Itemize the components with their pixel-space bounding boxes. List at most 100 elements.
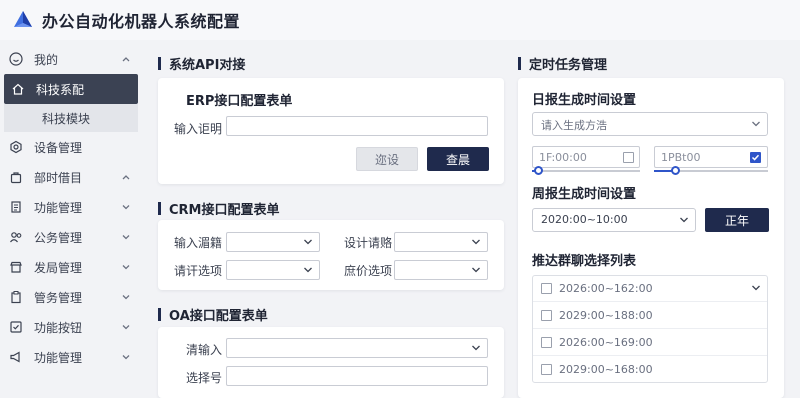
app-title: 办公自动化机器人系统配置: [42, 12, 241, 31]
chevron-down-icon: [472, 267, 480, 273]
sidebar-item-label: 我的: [34, 52, 59, 67]
oa-label-1: 清输入: [186, 343, 223, 357]
erp-field-label: 输入讵明: [174, 122, 223, 136]
daily-time-1-checkbox[interactable]: [623, 152, 634, 163]
section-accent-bar: [518, 57, 521, 70]
sidebar-item-mine[interactable]: 我的: [0, 44, 142, 74]
crm-label-4: 庶价选项: [344, 264, 393, 278]
crm-label-2: 设计请赂: [344, 236, 393, 250]
sidebar-item-label: 设备管理: [34, 140, 83, 155]
weekly-confirm-button[interactable]: 正年: [705, 208, 769, 232]
chevron-down-icon: [122, 295, 130, 300]
group-list-title: 推达群聊选择列表: [532, 254, 637, 269]
sidebar-item-function-buttons[interactable]: 功能按钮: [0, 312, 142, 342]
check-icon: [751, 154, 760, 161]
crm-select-3[interactable]: [226, 260, 320, 280]
chevron-down-icon: [752, 121, 760, 127]
crm-select-2[interactable]: [394, 232, 488, 252]
section-accent-bar: [158, 202, 161, 215]
group-label: 2026:00~169:00: [559, 336, 653, 349]
sidebar-item-label: 发局管理: [34, 260, 83, 275]
sidebar-item-label: 部时借目: [34, 170, 83, 185]
daily-time-2-checkbox[interactable]: [750, 152, 761, 163]
sidebar-item-label: 功能按钮: [34, 320, 83, 335]
sidebar-item-dept[interactable]: 部时借目: [0, 162, 142, 192]
chevron-down-icon[interactable]: [751, 284, 761, 292]
group-checkbox[interactable]: [541, 337, 552, 348]
chevron-down-icon: [122, 235, 130, 240]
sidebar-item-label: 管务管理: [34, 290, 83, 305]
hexagon-gear-icon: [8, 139, 24, 155]
crm-label-3: 请讦选项: [174, 264, 223, 278]
chevron-down-icon: [122, 355, 130, 360]
list-item[interactable]: 2029:00~188:00: [533, 303, 767, 329]
chevron-down-icon: [680, 217, 688, 223]
sidebar-item-label: 功能管理: [34, 350, 83, 365]
erp-secondary-button[interactable]: 迩设: [356, 147, 418, 171]
crm-select-1[interactable]: [226, 232, 320, 252]
daily-time-1[interactable]: 1F:00:00: [532, 146, 640, 168]
group-list: 2026:00~162:00 2029:00~188:00 2026:00~16…: [532, 275, 768, 383]
chevron-down-icon: [122, 325, 130, 330]
chevron-down-icon: [472, 239, 480, 245]
crm-config-card: 输入湄籍 设计请赂 请讦选项 庶价选项: [158, 220, 504, 290]
group-label: 2029:00~188:00: [559, 309, 653, 322]
sidebar-item-function[interactable]: 功能管理: [0, 192, 142, 222]
sidebar-item-label: 科技系配: [36, 82, 85, 97]
daily-slider-1[interactable]: [532, 166, 640, 175]
tasks-card: 日报生成时间设置 请入生成方浩 1F:00:00 1PBt00 周报生成时间设置…: [518, 78, 784, 398]
daily-time-1-value: 1F:00:00: [539, 151, 587, 164]
weekly-time-value: 2020:00~10:00: [541, 213, 628, 226]
slider-knob[interactable]: [670, 166, 680, 175]
sidebar-item-tech-config[interactable]: 科技系配: [4, 74, 138, 104]
smile-icon: [8, 51, 24, 67]
daily-time-2-value: 1PBt00: [661, 151, 701, 164]
sidebar-item-release[interactable]: 发局管理: [0, 252, 142, 282]
slider-knob[interactable]: [534, 166, 544, 175]
weekly-time-select[interactable]: 2020:00~10:00: [532, 208, 696, 232]
section-title-oa: OA接口配置表单: [158, 305, 268, 324]
sidebar-item-device[interactable]: 设备管理: [0, 132, 142, 162]
document-icon: [8, 199, 24, 215]
section-accent-bar: [158, 57, 161, 70]
group-checkbox[interactable]: [541, 283, 552, 294]
sidebar-item-function-management[interactable]: 功能管理: [0, 342, 142, 372]
section-title-api: 系统API对接: [158, 54, 245, 73]
section-accent-bar: [158, 308, 161, 321]
list-item[interactable]: 2026:00~169:00: [533, 330, 767, 356]
oa-input[interactable]: [226, 366, 488, 386]
daily-slider-2[interactable]: [654, 166, 768, 175]
users-icon: [8, 229, 24, 245]
sidebar-subitem-tech-module[interactable]: 科技模块: [4, 104, 138, 132]
group-checkbox[interactable]: [541, 364, 552, 375]
list-item[interactable]: 2026:00~162:00: [533, 276, 767, 302]
sidebar-item-management[interactable]: 管务管理: [0, 282, 142, 312]
erp-primary-button[interactable]: 查晨: [427, 147, 489, 171]
list-item[interactable]: 2029:00~168:00: [533, 357, 767, 382]
weekly-title: 周报生成时间设置: [532, 187, 637, 202]
group-checkbox[interactable]: [541, 310, 552, 321]
oa-select[interactable]: [226, 338, 488, 358]
erp-input[interactable]: [226, 116, 488, 136]
sidebar-item-public-affairs[interactable]: 公务管理: [0, 222, 142, 252]
section-title-text: 系统API对接: [169, 58, 246, 73]
oa-label-2: 选择号: [186, 371, 223, 385]
chevron-down-icon: [122, 265, 130, 270]
daily-title: 日报生成时间设置: [532, 93, 637, 108]
app-logo-icon: [14, 11, 32, 27]
chevron-down-icon: [304, 267, 312, 273]
sidebar-item-label: 功能管理: [34, 200, 83, 215]
chevron-up-icon: [122, 57, 130, 62]
group-label: 2026:00~162:00: [559, 282, 653, 295]
sidebar: 我的 科技系配 科技模块 设备管理 部时借目 功能管理 公务管理 发局管理 管务…: [0, 44, 142, 398]
section-title-crm: CRM接口配置表单: [158, 199, 280, 218]
bag-icon: [8, 169, 24, 185]
daily-method-select[interactable]: 请入生成方浩: [532, 112, 768, 136]
crm-select-4[interactable]: [394, 260, 488, 280]
daily-time-2[interactable]: 1PBt00: [654, 146, 768, 168]
group-label: 2029:00~168:00: [559, 363, 653, 376]
section-title-text: CRM接口配置表单: [169, 203, 280, 218]
section-title-tasks: 定时任务管理: [518, 54, 607, 73]
section-title-text: OA接口配置表单: [169, 309, 268, 324]
oa-config-card: 清输入 选择号: [158, 327, 504, 398]
